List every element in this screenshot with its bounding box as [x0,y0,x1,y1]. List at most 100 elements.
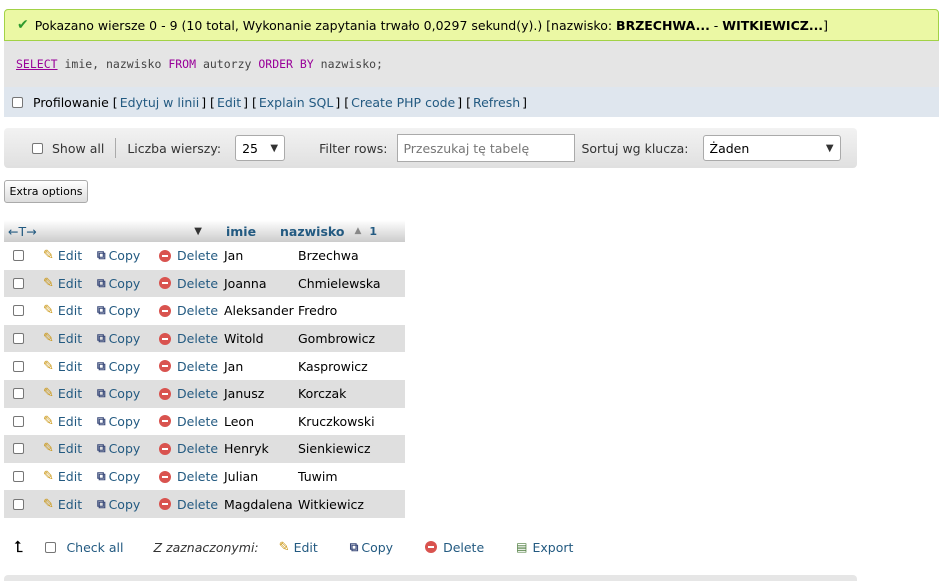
row-copy-button[interactable]: ⧉ Copy [97,497,159,512]
row-edit-button[interactable]: ✎ Edit [43,359,97,374]
row-delete-button[interactable]: Delete [159,386,224,401]
row-copy-button[interactable]: ⧉ Copy [97,386,159,401]
link-inline-edit[interactable]: Edytuj w linii [120,95,200,110]
row-edit-button[interactable]: ✎ Edit [43,414,97,429]
show-all-checkbox[interactable] [32,142,43,154]
row-copy-button[interactable]: ⧉ Copy [97,303,159,318]
cell-nazwisko[interactable]: Fredro [298,303,337,318]
pencil-icon: ✎ [43,469,54,485]
row-edit-button[interactable]: ✎ Edit [43,441,97,456]
row-delete-button[interactable]: Delete [159,441,224,456]
cell-imie[interactable]: Julian [224,469,298,484]
link-explain-sql[interactable]: Explain SQL [259,95,333,110]
show-all-label[interactable]: Show all [52,141,104,156]
column-header-nazwisko-label[interactable]: nazwisko [280,224,344,239]
bulk-delete-button[interactable]: Delete [425,540,484,555]
arrows-icon[interactable]: ←T→ [8,224,37,239]
column-header-nazwisko[interactable]: nazwisko ▲ 1 [280,224,377,239]
cell-nazwisko[interactable]: Gombrowicz [298,331,375,346]
row-edit-button[interactable]: ✎ Edit [43,469,97,484]
pencil-icon: ✎ [43,248,54,264]
row-checkbox[interactable] [13,415,24,427]
cell-nazwisko[interactable]: Korczak [298,386,346,401]
bulk-edit-button[interactable]: ✎ Edit [279,540,318,555]
row-copy-button[interactable]: ⧉ Copy [97,248,159,263]
link-edit[interactable]: Edit [217,95,241,110]
row-edit-button[interactable]: ✎ Edit [43,248,97,263]
table-row[interactable]: ✎ Edit ⧉ Copy Delete Magdalena Witkiewicz [4,490,405,518]
row-delete-button[interactable]: Delete [159,248,224,263]
row-checkbox[interactable] [13,277,24,289]
row-edit-button[interactable]: ✎ Edit [43,497,97,512]
cell-imie[interactable]: Witold [224,331,298,346]
row-edit-button[interactable]: ✎ Edit [43,386,97,401]
bulk-copy-button[interactable]: ⧉ Copy [350,540,393,555]
cell-imie[interactable]: Henryk [224,441,298,456]
sql-query[interactable]: SELECT imie, nazwisko FROM autorzy ORDER… [4,41,939,87]
cell-imie[interactable]: Janusz [224,386,298,401]
column-arrows[interactable]: ←T→ ▼ [4,224,206,239]
table-row[interactable]: ✎ Edit ⧉ Copy Delete Leon Kruczkowski [4,407,405,436]
cell-imie[interactable]: Jan [224,248,298,263]
pencil-icon: ✎ [278,539,290,555]
table-row[interactable]: ✎ Edit ⧉ Copy Delete Henryk Sienkiewicz [4,435,405,463]
row-copy-button[interactable]: ⧉ Copy [97,331,159,346]
row-delete-button[interactable]: Delete [159,359,224,374]
check-all-checkbox[interactable] [45,541,57,553]
row-checkbox[interactable] [13,360,24,372]
row-copy-button[interactable]: ⧉ Copy [97,414,159,429]
row-checkbox[interactable] [13,443,24,455]
row-edit-button[interactable]: ✎ Edit [43,276,97,291]
row-delete-button[interactable]: Delete [159,469,224,484]
profiling-checkbox[interactable] [12,96,23,108]
column-header-imie[interactable]: imie [206,224,280,239]
row-copy-label: Copy [108,441,141,457]
cell-nazwisko[interactable]: Tuwim [298,469,338,484]
table-row[interactable]: ✎ Edit ⧉ Copy Delete Jan Brzechwa [4,242,405,270]
table-row[interactable]: ✎ Edit ⧉ Copy Delete Witold Gombrowicz [4,324,405,353]
row-copy-button[interactable]: ⧉ Copy [97,276,159,291]
cell-nazwisko[interactable]: Sienkiewicz [298,441,371,456]
cell-imie[interactable]: Aleksander [224,303,298,318]
row-checkbox[interactable] [13,471,24,483]
filter-rows-input[interactable]: Przeszukaj tę tabelę [397,134,576,162]
table-row[interactable]: ✎ Edit ⧉ Copy Delete Joanna Chmielewska [4,269,405,298]
sort-by-key-select[interactable]: Żaden ▼ [702,135,841,161]
rows-per-page-select[interactable]: 25 ▼ [235,135,286,161]
row-delete-button[interactable]: Delete [159,497,224,512]
link-create-php-code[interactable]: Create PHP code [351,95,455,110]
table-row[interactable]: ✎ Edit ⧉ Copy Delete Janusz Korczak [4,379,405,408]
row-checkbox[interactable] [13,498,24,510]
row-checkbox[interactable] [13,250,24,262]
cell-imie[interactable]: Magdalena [224,497,298,512]
row-copy-button[interactable]: ⧉ Copy [97,469,159,484]
link-refresh[interactable]: Refresh [473,95,520,110]
row-edit-button[interactable]: ✎ Edit [43,303,97,318]
cell-imie[interactable]: Joanna [224,276,298,291]
cell-nazwisko[interactable]: Brzechwa [298,248,359,263]
sql-keyword-select[interactable]: SELECT [16,57,58,71]
row-delete-button[interactable]: Delete [159,414,224,429]
table-row[interactable]: ✎ Edit ⧉ Copy Delete Jan Kasprowicz [4,352,405,380]
column-menu-icon[interactable]: ▼ [194,226,202,237]
cell-imie[interactable]: Jan [224,359,298,374]
row-edit-button[interactable]: ✎ Edit [43,331,97,346]
row-checkbox[interactable] [13,333,24,345]
table-row[interactable]: ✎ Edit ⧉ Copy Delete Aleksander Fredro [4,297,405,325]
cell-nazwisko[interactable]: Kruczkowski [298,414,375,429]
table-row[interactable]: ✎ Edit ⧉ Copy Delete Julian Tuwim [4,462,405,491]
cell-imie[interactable]: Leon [224,414,298,429]
row-delete-button[interactable]: Delete [159,276,224,291]
row-copy-button[interactable]: ⧉ Copy [97,441,159,456]
row-copy-button[interactable]: ⧉ Copy [97,359,159,374]
check-all-label[interactable]: Check all [66,540,123,555]
extra-options-button[interactable]: Extra options [4,180,88,203]
cell-nazwisko[interactable]: Chmielewska [298,276,381,291]
cell-nazwisko[interactable]: Kasprowicz [298,359,368,374]
row-delete-button[interactable]: Delete [159,331,224,346]
row-checkbox[interactable] [13,305,24,317]
bulk-export-button[interactable]: ▤ Export [516,540,573,555]
row-delete-button[interactable]: Delete [159,303,224,318]
cell-nazwisko[interactable]: Witkiewicz [298,497,364,512]
row-checkbox[interactable] [13,388,24,400]
